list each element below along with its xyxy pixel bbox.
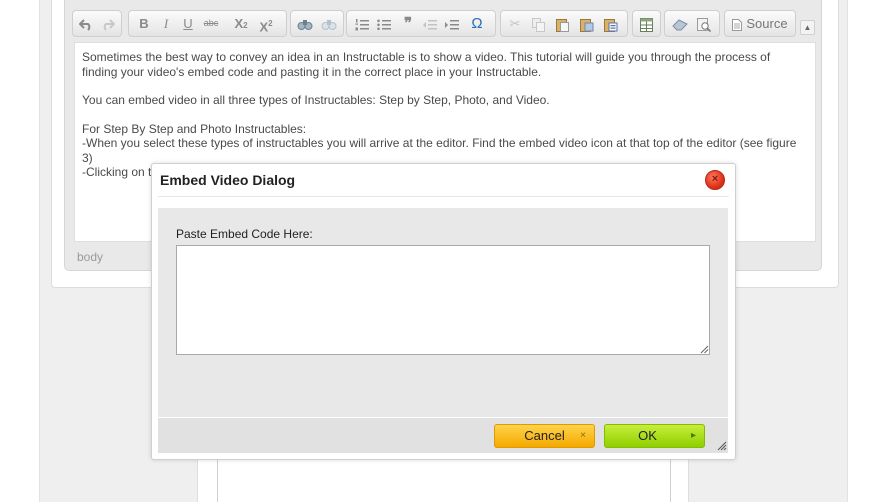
bold-icon[interactable]: B	[133, 11, 155, 36]
decrease-indent-icon[interactable]	[419, 11, 441, 36]
toolbar-group-find	[290, 10, 344, 37]
replace-icon[interactable]	[317, 11, 341, 36]
dialog-content: Paste Embed Code Here:	[158, 208, 728, 417]
strikethrough-icon[interactable]: abc	[199, 11, 223, 36]
dialog-title[interactable]: Embed Video Dialog	[160, 172, 295, 188]
bulleted-list-icon[interactable]	[373, 11, 395, 36]
cut-icon[interactable]: ✂	[504, 11, 526, 36]
source-label: Source	[746, 16, 788, 31]
editor-paragraph: For Step By Step and Photo Instructables…	[82, 122, 307, 136]
toolbar-group-paragraph: ❞ Ω	[346, 10, 496, 37]
numbered-list-icon[interactable]	[351, 11, 373, 36]
embed-code-textarea[interactable]	[176, 245, 710, 355]
cancel-button-label: Cancel	[524, 428, 565, 443]
blockquote-icon[interactable]: ❞	[397, 11, 419, 36]
toolbar-group-formatting: B I U abc X2 X2	[128, 10, 287, 37]
remove-format-icon[interactable]	[668, 11, 691, 36]
toolbar-group-history	[72, 10, 122, 37]
dialog-resize-icon[interactable]	[717, 441, 727, 451]
ok-button[interactable]: OK ▸	[604, 424, 705, 448]
redo-icon[interactable]	[97, 11, 119, 36]
element-path-status[interactable]: body	[77, 250, 103, 264]
cancel-x-icon: ×	[580, 430, 586, 441]
undo-icon[interactable]	[75, 11, 97, 36]
editor-toolbar: B I U abc X2 X2 ❞ Ω ✂ Source	[70, 6, 814, 40]
table-icon[interactable]	[635, 11, 658, 36]
cancel-button[interactable]: Cancel ×	[494, 424, 595, 448]
subscript-icon[interactable]: X2	[229, 11, 253, 36]
superscript-icon[interactable]: X2	[253, 11, 279, 36]
toolbar-group-source: Source	[724, 10, 796, 37]
italic-icon[interactable]: I	[155, 11, 177, 36]
paste-text-icon[interactable]	[575, 11, 599, 36]
close-icon[interactable]: ×	[705, 170, 725, 190]
special-character-icon[interactable]: Ω	[465, 11, 489, 36]
preview-icon[interactable]	[692, 11, 716, 36]
paste-from-word-icon[interactable]	[599, 11, 623, 36]
editor-line: -When you select these types of instruct…	[82, 136, 797, 165]
dialog-footer: Cancel × OK ▸	[158, 418, 728, 453]
embed-code-label: Paste Embed Code Here:	[176, 227, 313, 241]
collapse-toolbar-button[interactable]: ▲	[800, 20, 815, 35]
editor-paragraph: Sometimes the best way to convey an idea…	[82, 50, 771, 79]
ok-arrow-icon: ▸	[690, 430, 696, 441]
underline-icon[interactable]: U	[177, 11, 199, 36]
ok-button-label: OK	[638, 428, 657, 443]
toolbar-group-tools	[664, 10, 720, 37]
increase-indent-icon[interactable]	[441, 11, 463, 36]
paste-icon[interactable]	[551, 11, 573, 36]
embed-video-dialog: Embed Video Dialog × Paste Embed Code He…	[151, 163, 736, 460]
copy-icon[interactable]	[527, 11, 549, 36]
lower-panel-inner	[217, 455, 671, 502]
editor-paragraph: You can embed video in all three types o…	[82, 93, 550, 107]
textarea-resize-icon[interactable]	[700, 345, 709, 354]
find-icon[interactable]	[293, 11, 317, 36]
source-button[interactable]: Source	[729, 11, 791, 36]
dialog-divider	[158, 196, 729, 197]
toolbar-group-clipboard: ✂	[500, 10, 628, 37]
toolbar-group-table	[632, 10, 661, 37]
